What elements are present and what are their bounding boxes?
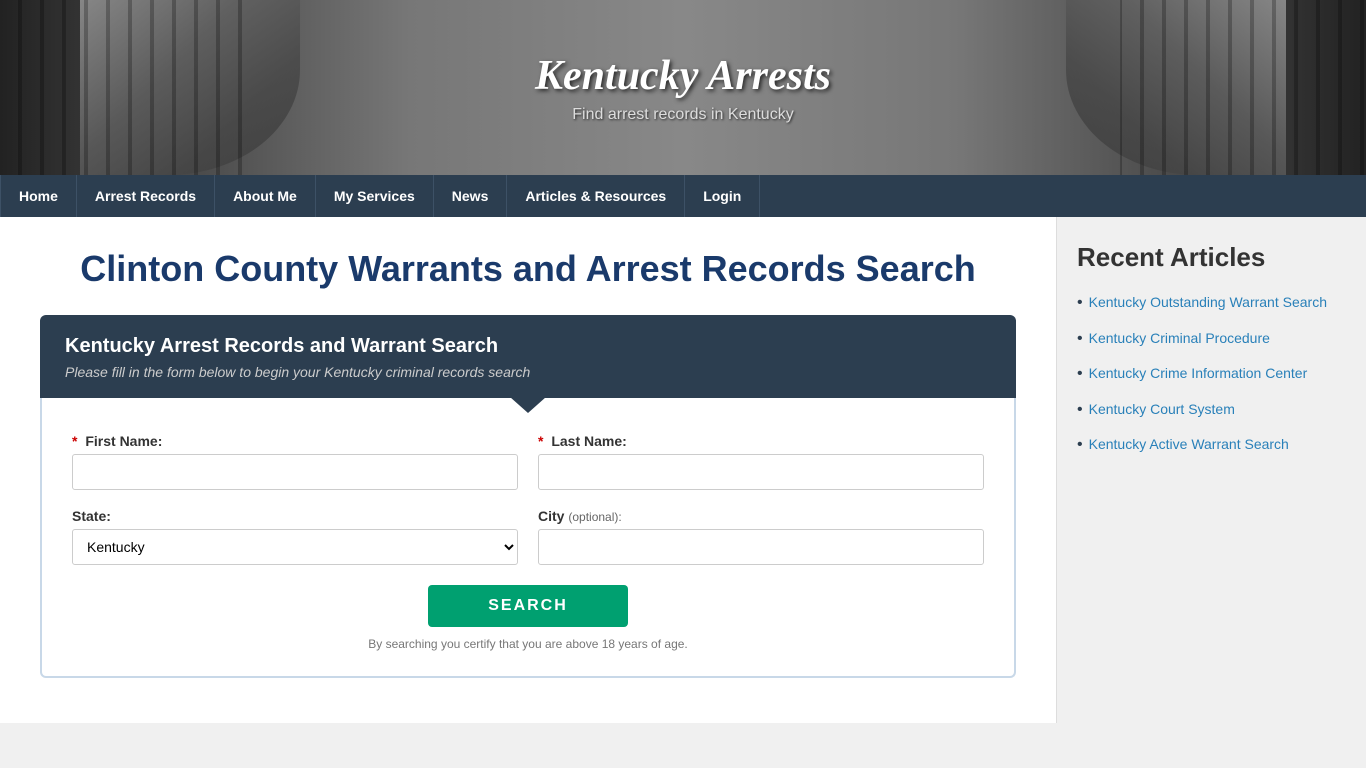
article-link-2[interactable]: Kentucky Crime Information Center — [1089, 364, 1308, 384]
state-select[interactable]: Kentucky — [72, 529, 518, 565]
city-group: City (optional): — [538, 508, 984, 565]
search-box-header: Kentucky Arrest Records and Warrant Sear… — [40, 315, 1016, 398]
list-item: Kentucky Court System — [1077, 400, 1346, 420]
nav-item-arrest-records[interactable]: Arrest Records — [77, 175, 215, 217]
last-name-required-marker: * — [538, 433, 543, 449]
nav-item-my-services[interactable]: My Services — [316, 175, 434, 217]
nav-item-about-me[interactable]: About Me — [215, 175, 316, 217]
last-name-label: * Last Name: — [538, 433, 984, 449]
site-subtitle: Find arrest records in Kentucky — [535, 106, 831, 124]
first-name-required-marker: * — [72, 433, 77, 449]
last-name-group: * Last Name: — [538, 433, 984, 490]
city-label: City (optional): — [538, 508, 984, 524]
sidebar-title: Recent Articles — [1077, 242, 1346, 273]
first-name-label: * First Name: — [72, 433, 518, 449]
search-heading: Kentucky Arrest Records and Warrant Sear… — [65, 335, 991, 358]
site-header: Kentucky Arrests Find arrest records in … — [0, 0, 1366, 175]
page-title: Clinton County Warrants and Arrest Recor… — [40, 247, 1016, 290]
list-item: Kentucky Crime Information Center — [1077, 364, 1346, 384]
article-link-0[interactable]: Kentucky Outstanding Warrant Search — [1089, 293, 1327, 313]
main-container: Clinton County Warrants and Arrest Recor… — [0, 217, 1366, 723]
form-row-location: State: Kentucky City (optional): — [72, 508, 984, 565]
search-disclaimer: By searching you certify that you are ab… — [72, 637, 984, 651]
sidebar: Recent Articles Kentucky Outstanding War… — [1056, 217, 1366, 723]
main-nav: Home Arrest Records About Me My Services… — [0, 175, 1366, 217]
article-link-3[interactable]: Kentucky Court System — [1089, 400, 1235, 420]
search-form-container: * First Name: * Last Name: State: — [40, 398, 1016, 678]
articles-list: Kentucky Outstanding Warrant Search Kent… — [1077, 293, 1346, 455]
search-button-wrapper: SEARCH — [72, 585, 984, 627]
article-link-4[interactable]: Kentucky Active Warrant Search — [1089, 435, 1289, 455]
state-label: State: — [72, 508, 518, 524]
form-row-names: * First Name: * Last Name: — [72, 433, 984, 490]
nav-item-login[interactable]: Login — [685, 175, 760, 217]
main-content: Clinton County Warrants and Arrest Recor… — [0, 217, 1056, 723]
nav-item-home[interactable]: Home — [0, 175, 77, 217]
nav-item-articles[interactable]: Articles & Resources — [507, 175, 685, 217]
first-name-group: * First Name: — [72, 433, 518, 490]
city-input[interactable] — [538, 529, 984, 565]
list-item: Kentucky Outstanding Warrant Search — [1077, 293, 1346, 313]
search-subheading: Please fill in the form below to begin y… — [65, 364, 991, 380]
header-text-block: Kentucky Arrests Find arrest records in … — [535, 52, 831, 124]
last-name-input[interactable] — [538, 454, 984, 490]
search-button[interactable]: SEARCH — [428, 585, 628, 627]
site-title: Kentucky Arrests — [535, 52, 831, 100]
list-item: Kentucky Criminal Procedure — [1077, 329, 1346, 349]
article-link-1[interactable]: Kentucky Criminal Procedure — [1089, 329, 1270, 349]
list-item: Kentucky Active Warrant Search — [1077, 435, 1346, 455]
first-name-input[interactable] — [72, 454, 518, 490]
nav-item-news[interactable]: News — [434, 175, 508, 217]
state-group: State: Kentucky — [72, 508, 518, 565]
